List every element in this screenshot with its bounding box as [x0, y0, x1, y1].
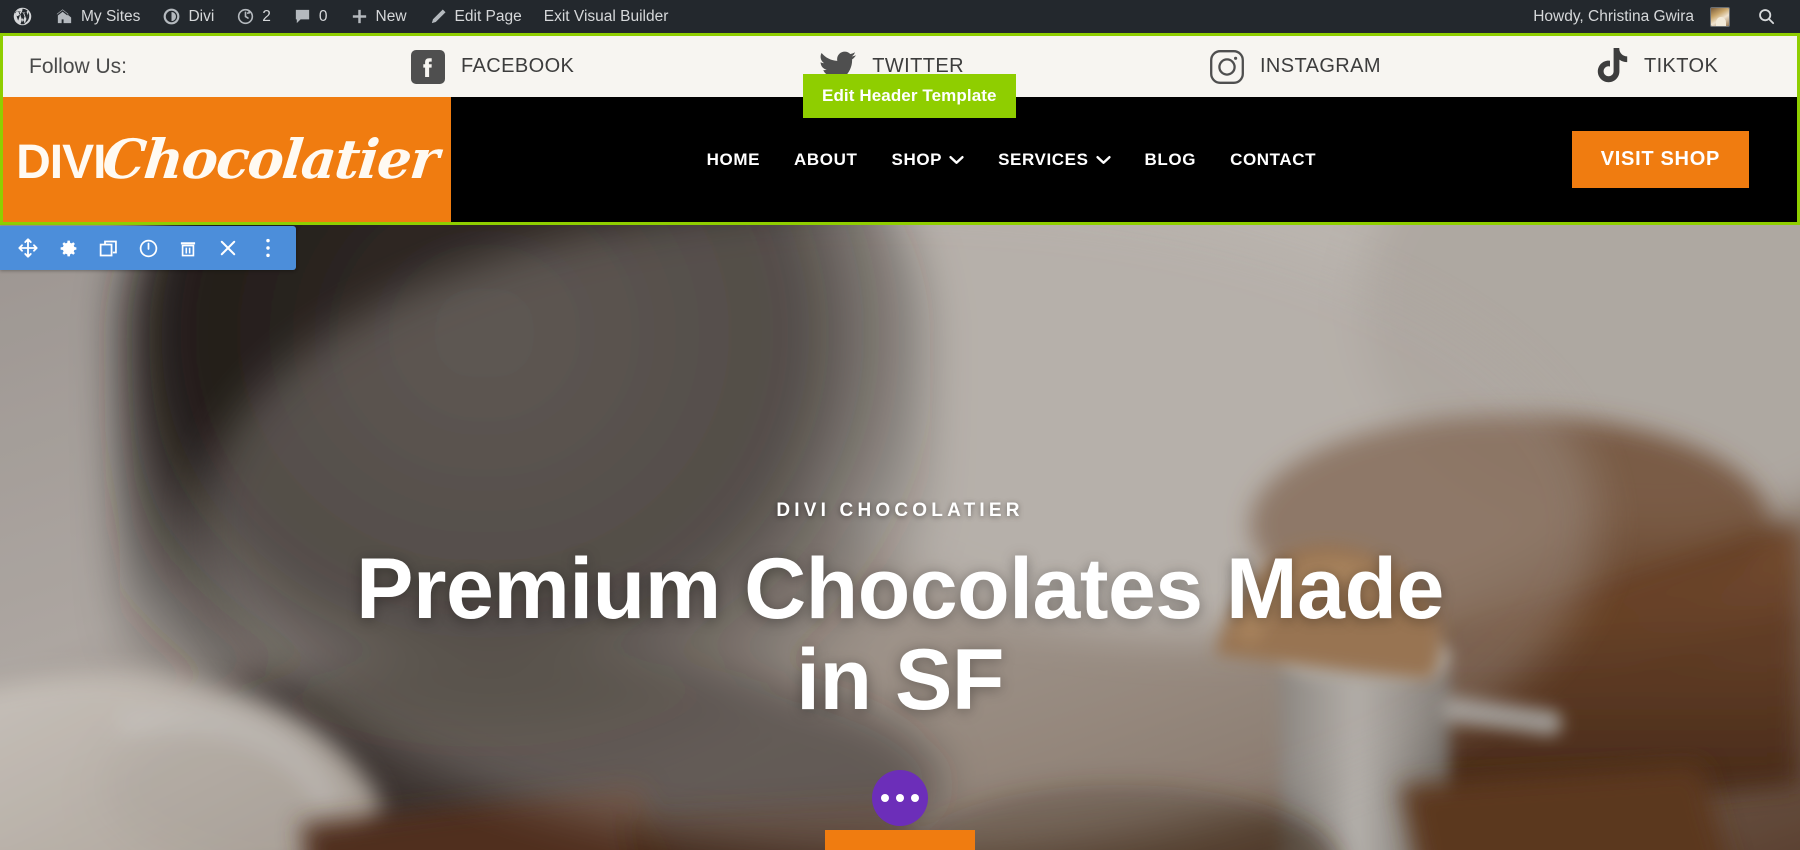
- avatar: [1710, 6, 1730, 27]
- add-module-button[interactable]: [872, 770, 928, 826]
- edit-header-template-button[interactable]: Edit Header Template: [803, 74, 1016, 118]
- nav-item-label: SHOP: [891, 149, 943, 169]
- admin-bar-item-my-sites[interactable]: My Sites: [44, 0, 151, 33]
- ellipsis-dot: [881, 794, 889, 802]
- social-link-label: FACEBOOK: [461, 55, 575, 77]
- admin-bar-search-button[interactable]: [1741, 0, 1786, 33]
- trash-icon[interactable]: [174, 234, 202, 262]
- comments-icon: [293, 7, 312, 26]
- social-link-facebook[interactable]: FACEBOOK: [410, 49, 574, 85]
- admin-bar-label: Exit Visual Builder: [543, 7, 669, 25]
- social-link-tiktok[interactable]: TIKTOK: [1596, 48, 1718, 85]
- hero-cta-button[interactable]: [825, 830, 975, 850]
- wordpress-logo-menu[interactable]: [0, 0, 44, 33]
- hero-section: DIVI CHOCOLATIER Premium Chocolates Made…: [0, 225, 1800, 850]
- move-icon[interactable]: [14, 234, 42, 262]
- more-vertical-icon[interactable]: [254, 234, 282, 262]
- hero-content: DIVI CHOCOLATIER Premium Chocolates Made…: [0, 225, 1800, 850]
- admin-bar-label: Divi: [188, 7, 215, 25]
- nav-item-label: BLOG: [1144, 149, 1197, 169]
- logo-text: DIVI Chocolatier: [16, 127, 442, 191]
- admin-bar-item-new[interactable]: New: [339, 0, 418, 33]
- close-icon[interactable]: [214, 234, 242, 262]
- facebook-icon: [410, 49, 446, 85]
- nav-item-home[interactable]: HOME: [690, 150, 777, 170]
- admin-bar-right-group: Howdy, Christina Gwira: [1521, 0, 1800, 33]
- divi-section-toolbar: [0, 226, 296, 270]
- admin-bar-label: My Sites: [81, 7, 141, 25]
- wordpress-logo-icon: [12, 6, 33, 27]
- social-link-label: INSTAGRAM: [1259, 55, 1381, 77]
- nav-item-shop[interactable]: SHOP: [875, 150, 982, 170]
- admin-bar-item-edit-page[interactable]: Edit Page: [418, 0, 533, 33]
- hero-eyebrow: DIVI CHOCOLATIER: [776, 500, 1024, 521]
- site-logo[interactable]: DIVI Chocolatier: [3, 97, 451, 222]
- admin-bar-item-divi[interactable]: Divi: [151, 0, 225, 33]
- sites-icon: [55, 7, 74, 26]
- account-menu[interactable]: Howdy, Christina Gwira: [1521, 0, 1741, 33]
- chevron-down-icon: [949, 155, 964, 165]
- nav-item-label: CONTACT: [1230, 149, 1317, 169]
- ellipsis-dot: [896, 794, 904, 802]
- admin-bar-label: New: [375, 7, 407, 25]
- social-link-instagram[interactable]: INSTAGRAM: [1209, 49, 1381, 85]
- logo-text-divi: DIVI: [16, 136, 106, 189]
- search-icon: [1757, 7, 1776, 26]
- admin-bar-label: Edit Page: [454, 7, 522, 25]
- nav-item-label: HOME: [706, 149, 761, 169]
- pencil-icon: [429, 7, 448, 26]
- updates-icon: [236, 7, 255, 26]
- admin-bar-left-group: My Sites Divi 2 0 New Edit Page Exit Vis…: [0, 0, 679, 33]
- admin-bar-item-comments[interactable]: 0: [282, 0, 339, 33]
- tiktok-icon: [1596, 48, 1629, 85]
- nav-item-label: SERVICES: [998, 149, 1089, 169]
- visit-shop-button[interactable]: VISIT SHOP: [1571, 131, 1749, 188]
- howdy-label: Howdy, Christina Gwira: [1533, 7, 1694, 25]
- instagram-icon: [1209, 49, 1245, 85]
- social-link-label: TIKTOK: [1643, 55, 1719, 77]
- header-template-region[interactable]: Follow Us: FACEBOOK TWITTER INSTAGRAM TI…: [0, 33, 1800, 225]
- nav-item-blog[interactable]: BLOG: [1128, 150, 1214, 170]
- duplicate-icon[interactable]: [94, 234, 122, 262]
- gear-icon[interactable]: [54, 234, 82, 262]
- hero-title: Premium Chocolates Made in SF: [356, 541, 1444, 729]
- wp-admin-bar: My Sites Divi 2 0 New Edit Page Exit Vis…: [0, 0, 1800, 33]
- admin-bar-item-exit-visual-builder[interactable]: Exit Visual Builder: [533, 0, 680, 33]
- nav-item-services[interactable]: SERVICES: [981, 150, 1127, 170]
- ellipsis-dot: [911, 794, 919, 802]
- header-cta-container: VISIT SHOP: [1571, 97, 1797, 222]
- divi-icon: [162, 7, 181, 26]
- chevron-down-icon: [1095, 155, 1111, 165]
- nav-item-label: ABOUT: [794, 149, 858, 169]
- admin-bar-label: 2: [262, 7, 271, 25]
- page-root: My Sites Divi 2 0 New Edit Page Exit Vis…: [0, 0, 1800, 850]
- nav-item-about[interactable]: ABOUT: [777, 150, 874, 170]
- plus-icon: [350, 7, 369, 26]
- nav-item-contact[interactable]: CONTACT: [1213, 150, 1333, 170]
- follow-us-label: Follow Us:: [29, 54, 128, 78]
- logo-text-chocolatier: Chocolatier: [100, 127, 442, 191]
- admin-bar-label: 0: [318, 7, 328, 25]
- admin-bar-item-updates[interactable]: 2: [225, 0, 282, 33]
- power-icon[interactable]: [134, 234, 162, 262]
